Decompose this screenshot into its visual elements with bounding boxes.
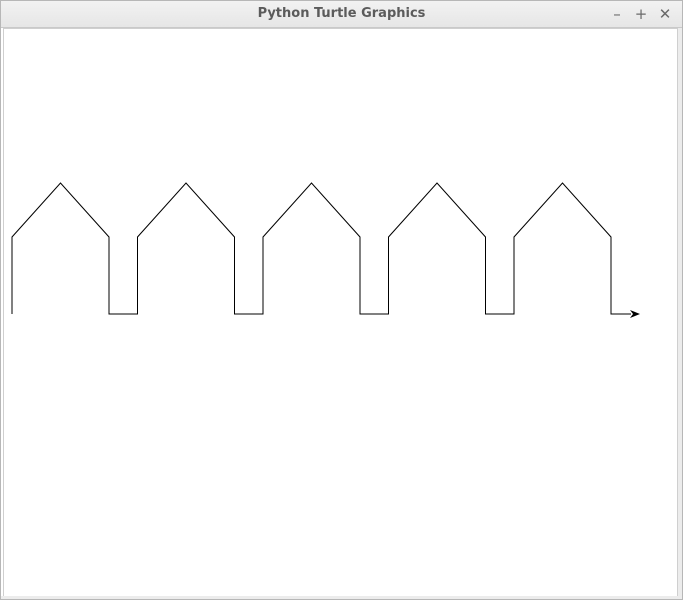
turtle-window: Python Turtle Graphics – + ✕ <box>0 0 683 600</box>
drawing-layer <box>11 182 640 318</box>
arrow-cursor-icon <box>630 310 640 318</box>
turtle-path <box>11 182 631 315</box>
house-drawing <box>11 182 631 315</box>
